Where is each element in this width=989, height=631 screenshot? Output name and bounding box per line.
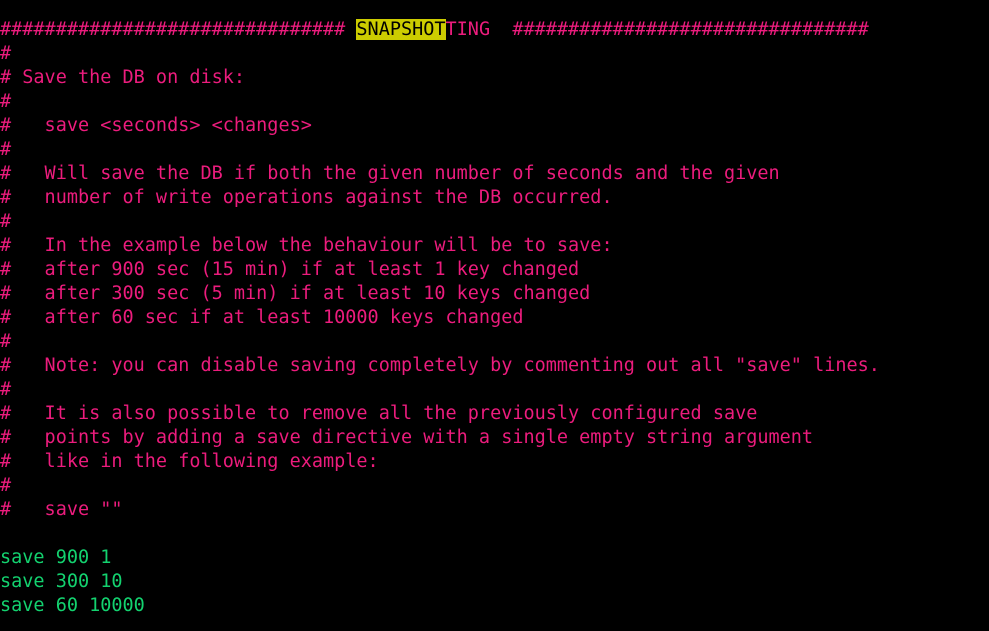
text-segment: # like in the following example:	[0, 451, 379, 472]
comment-line: #	[0, 42, 989, 66]
comment-line: # In the example below the behaviour wil…	[0, 234, 989, 258]
comment-line: #	[0, 138, 989, 162]
comment-line: # after 300 sec (5 min) if at least 10 k…	[0, 282, 989, 306]
text-segment: # Save the DB on disk:	[0, 67, 246, 88]
comment-line: # It is also possible to remove all the …	[0, 402, 989, 426]
text-segment: save 900 1	[0, 547, 112, 568]
text-segment: #	[0, 211, 12, 232]
terminal-text-buffer: ############################### SNAPSHOT…	[0, 18, 989, 618]
comment-line: # number of write operations against the…	[0, 186, 989, 210]
comment-line: # Note: you can disable saving completel…	[0, 354, 989, 378]
config-directive-line: save 60 10000	[0, 594, 989, 618]
text-segment: TING ################################	[445, 19, 869, 40]
text-segment: #	[0, 379, 12, 400]
comment-line: # save <seconds> <changes>	[0, 114, 989, 138]
text-segment: #	[0, 43, 12, 64]
text-segment: ###############################	[0, 19, 357, 40]
comment-line: #	[0, 90, 989, 114]
text-segment: #	[0, 331, 12, 352]
search-highlight: SNAPSHOT	[356, 19, 446, 40]
text-segment: # number of write operations against the…	[0, 187, 613, 208]
comment-line: #	[0, 378, 989, 402]
config-directive-line: save 900 1	[0, 546, 989, 570]
text-segment: #	[0, 91, 12, 112]
text-segment: # In the example below the behaviour wil…	[0, 235, 613, 256]
terminal-window[interactable]: ############################### SNAPSHOT…	[0, 0, 989, 631]
text-segment: # save ""	[0, 499, 123, 520]
text-segment: # Note: you can disable saving completel…	[0, 355, 880, 376]
text-segment: # save <seconds> <changes>	[0, 115, 312, 136]
text-segment: # after 300 sec (5 min) if at least 10 k…	[0, 283, 591, 304]
text-segment: # points by adding a save directive with…	[0, 427, 814, 448]
comment-line: # Will save the DB if both the given num…	[0, 162, 989, 186]
text-segment: save 300 10	[0, 571, 123, 592]
config-directive-line: save 300 10	[0, 570, 989, 594]
comment-line: # like in the following example:	[0, 450, 989, 474]
comment-line: # after 900 sec (15 min) if at least 1 k…	[0, 258, 989, 282]
text-segment: # Will save the DB if both the given num…	[0, 163, 780, 184]
text-segment: # It is also possible to remove all the …	[0, 403, 758, 424]
comment-line: # after 60 sec if at least 10000 keys ch…	[0, 306, 989, 330]
text-segment: # after 60 sec if at least 10000 keys ch…	[0, 307, 524, 328]
comment-line: # save ""	[0, 498, 989, 522]
comment-line: #	[0, 210, 989, 234]
text-segment: #	[0, 475, 12, 496]
comment-line: #	[0, 474, 989, 498]
text-segment: # after 900 sec (15 min) if at least 1 k…	[0, 259, 580, 280]
comment-line: # Save the DB on disk:	[0, 66, 989, 90]
text-segment: save 60 10000	[0, 595, 145, 616]
comment-line: ############################### SNAPSHOT…	[0, 18, 989, 42]
comment-line: #	[0, 330, 989, 354]
text-segment: #	[0, 139, 12, 160]
comment-line: # points by adding a save directive with…	[0, 426, 989, 450]
